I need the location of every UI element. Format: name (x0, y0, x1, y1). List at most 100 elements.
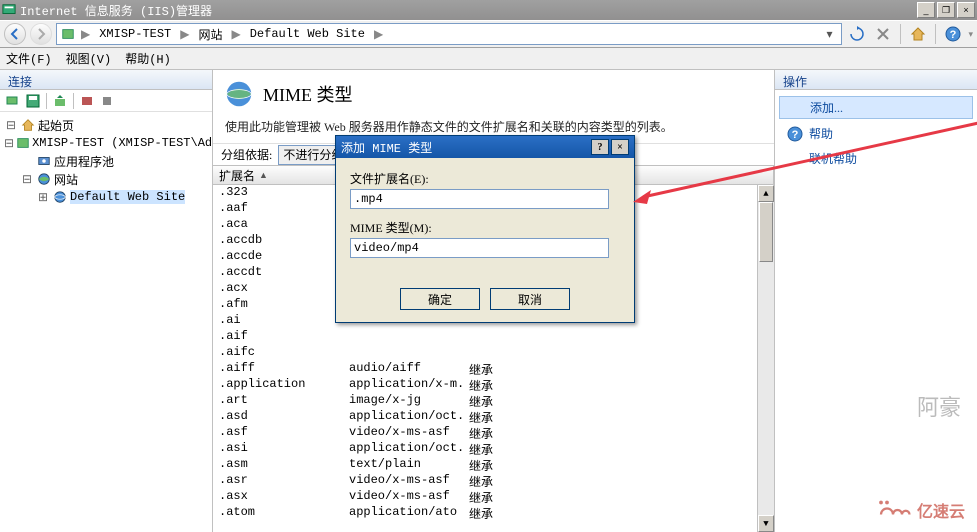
table-row[interactable]: .asdapplication/oct...继承 (213, 409, 774, 425)
stop-node-button[interactable] (98, 92, 116, 110)
table-row[interactable]: .aifc (213, 345, 774, 361)
extension-input[interactable] (350, 189, 609, 209)
tree-label: 应用程序池 (54, 153, 114, 170)
scroll-up-button[interactable]: ▲ (758, 185, 774, 202)
table-row[interactable]: .asmtext/plain继承 (213, 457, 774, 473)
mime-input[interactable] (350, 238, 609, 258)
ok-button[interactable]: 确定 (400, 288, 480, 310)
cell-ext: .asf (213, 425, 343, 441)
help-icon: ? (787, 126, 803, 142)
cancel-button[interactable]: 取消 (490, 288, 570, 310)
menu-help[interactable]: 帮助(H) (125, 50, 171, 67)
extension-label: 文件扩展名(E): (350, 170, 620, 187)
dialog-title-bar[interactable]: 添加 MIME 类型 ? × (336, 136, 634, 158)
mime-icon (225, 80, 253, 108)
tree-node[interactable]: ⊟ 起始页 (4, 116, 208, 134)
save-button[interactable] (24, 92, 42, 110)
cell-entry: 继承 (463, 473, 774, 489)
sort-indicator-icon: ▲ (259, 170, 268, 180)
cell-mime: image/x-jg (343, 393, 463, 409)
breadcrumb-bar[interactable]: ▶ XMISP-TEST ▶ 网站 ▶ Default Web Site ▶ ▾ (56, 23, 842, 45)
cell-entry (463, 345, 774, 361)
actions-panel: 操作 添加...?帮助联机帮助 (775, 70, 977, 532)
close-button[interactable]: × (957, 2, 975, 18)
back-button[interactable] (4, 23, 26, 45)
vertical-scrollbar[interactable]: ▲ ▼ (757, 185, 774, 532)
scroll-down-button[interactable]: ▼ (758, 515, 774, 532)
action-帮助[interactable]: ?帮助 (779, 123, 973, 144)
table-row[interactable]: .asrvideo/x-ms-asf继承 (213, 473, 774, 489)
table-row[interactable]: .artimage/x-jg继承 (213, 393, 774, 409)
window-title: Internet 信息服务 (IIS)管理器 (20, 2, 917, 19)
cell-entry: 继承 (463, 505, 774, 521)
tree-node[interactable]: ⊞Default Web Site (4, 188, 208, 206)
tree-twisty[interactable]: ⊟ (4, 118, 18, 133)
connections-panel: 连接 ⊟起始页⊟XMISP-TEST (XMISP-TEST\Adm应用程序池⊟… (0, 70, 213, 532)
tree-twisty[interactable]: ⊟ (4, 136, 14, 151)
cell-ext: .ai (213, 313, 343, 329)
dialog-close-button[interactable]: × (611, 139, 629, 155)
tree-node[interactable]: ⊟网站 (4, 170, 208, 188)
breadcrumb-site[interactable]: Default Web Site (247, 27, 368, 41)
action-添加[interactable]: 添加... (779, 96, 973, 119)
stop-button[interactable] (872, 23, 894, 45)
tree-node[interactable]: 应用程序池 (4, 152, 208, 170)
refresh-button[interactable] (846, 23, 868, 45)
table-row[interactable]: .asxvideo/x-ms-asf继承 (213, 489, 774, 505)
tree-node[interactable]: ⊟XMISP-TEST (XMISP-TEST\Adm (4, 134, 208, 152)
menu-file[interactable]: 文件(F) (6, 50, 52, 67)
cell-mime: application/oct... (343, 409, 463, 425)
help-button[interactable]: ? (942, 23, 964, 45)
table-row[interactable]: .asiapplication/oct...继承 (213, 441, 774, 457)
add-mime-dialog: 添加 MIME 类型 ? × 文件扩展名(E): MIME 类型(M): 确定 … (335, 135, 635, 323)
cell-ext: .aifc (213, 345, 343, 361)
content-panel: MIME 类型 使用此功能管理被 Web 服务器用作静态文件的文件扩展名和关联的… (213, 70, 775, 532)
tree-label: 起始页 (38, 117, 74, 134)
tree-twisty[interactable]: ⊞ (36, 190, 50, 205)
minimize-button[interactable]: _ (917, 2, 935, 18)
breadcrumb-sites[interactable]: 网站 (195, 26, 225, 43)
svg-text:?: ? (792, 129, 799, 141)
action-link-text: 添加... (810, 99, 843, 116)
table-row[interactable]: .asfvideo/x-ms-asf继承 (213, 425, 774, 441)
cell-mime: application/ato (343, 505, 463, 521)
cell-entry: 继承 (463, 489, 774, 505)
cell-ext: .aca (213, 217, 343, 233)
table-row[interactable]: .aiffaudio/aiff继承 (213, 361, 774, 377)
table-row[interactable]: .aif (213, 329, 774, 345)
cell-entry: 继承 (463, 377, 774, 393)
dialog-title: 添加 MIME 类型 (341, 139, 589, 156)
delete-node-button[interactable] (78, 92, 96, 110)
connections-tree[interactable]: ⊟起始页⊟XMISP-TEST (XMISP-TEST\Adm应用程序池⊟网站⊞… (0, 112, 212, 210)
cell-entry: 继承 (463, 425, 774, 441)
cell-ext: .art (213, 393, 343, 409)
maximize-button[interactable]: ❐ (937, 2, 955, 18)
action-联机帮助[interactable]: 联机帮助 (779, 148, 973, 169)
dialog-help-button[interactable]: ? (591, 139, 609, 155)
breadcrumb-dropdown[interactable]: ▾ (821, 27, 837, 42)
cell-mime: video/x-ms-asf (343, 489, 463, 505)
cell-entry: 继承 (463, 441, 774, 457)
breadcrumb-server[interactable]: XMISP-TEST (96, 27, 174, 41)
cell-ext: .asm (213, 457, 343, 473)
menu-view[interactable]: 视图(V) (66, 50, 112, 67)
iis-icon (2, 3, 16, 17)
breadcrumb-sep: ▶ (77, 27, 94, 42)
action-link-text: 联机帮助 (809, 150, 857, 167)
cell-mime (343, 329, 463, 345)
header-extension[interactable]: 扩展名▲ (213, 166, 343, 184)
table-row[interactable]: .applicationapplication/x-m...继承 (213, 377, 774, 393)
cell-mime: application/oct... (343, 441, 463, 457)
up-level-button[interactable] (51, 92, 69, 110)
cell-entry: 继承 (463, 361, 774, 377)
cell-mime: text/plain (343, 457, 463, 473)
connections-toolbar (0, 90, 212, 112)
connect-button[interactable] (4, 92, 22, 110)
mime-label: MIME 类型(M): (350, 219, 620, 236)
scroll-thumb[interactable] (759, 202, 773, 262)
tree-twisty[interactable]: ⊟ (20, 172, 34, 187)
forward-button[interactable] (30, 23, 52, 45)
none-icon (787, 151, 803, 167)
home-button[interactable] (907, 23, 929, 45)
table-row[interactable]: .atomapplication/ato继承 (213, 505, 774, 521)
